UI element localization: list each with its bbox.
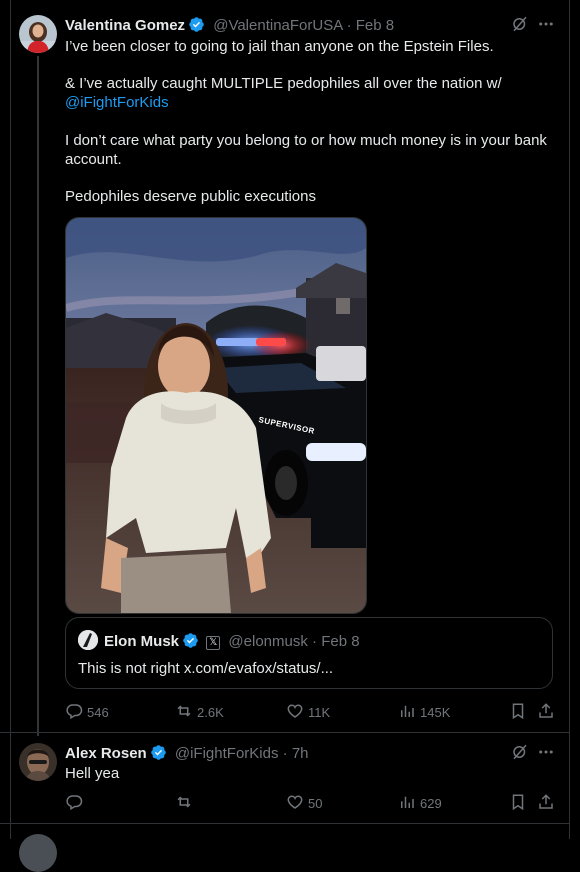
like-count: 50	[308, 796, 323, 811]
quote-text: This is not right x.com/evafox/status/..…	[78, 660, 334, 677]
more-icon[interactable]	[537, 743, 555, 765]
like-icon	[286, 793, 304, 814]
thread-connector-line	[37, 56, 39, 736]
avatar-valentina[interactable]	[19, 15, 57, 53]
tweet-text-p1: I’ve been closer to going to jail than a…	[65, 38, 494, 55]
tweet-actions: 546 2.6K 11K 145K	[65, 702, 555, 724]
x-affiliate-badge: 𝕏	[206, 636, 221, 650]
quoted-tweet[interactable]: Elon Musk 𝕏 @elonmusk · Feb 8 This is no…	[65, 617, 553, 689]
share-icon[interactable]	[537, 702, 555, 720]
separator-dot: ·	[346, 17, 352, 34]
views-button[interactable]: 629	[398, 793, 442, 814]
repost-count: 2.6K	[197, 705, 224, 720]
verified-badge-icon	[150, 744, 167, 765]
grok-icon[interactable]	[511, 743, 529, 765]
quote-separator-dot: ·	[312, 633, 318, 650]
like-button[interactable]: 50	[286, 793, 322, 814]
tweet-text-p2-prefix: & I’ve actually caught MULTIPLE pedophil…	[65, 75, 502, 92]
tweet-divider	[0, 732, 570, 733]
author-name[interactable]: Valentina Gomez	[65, 17, 185, 34]
verified-badge-icon	[188, 16, 205, 37]
quote-avatar-elon[interactable]	[78, 630, 98, 650]
bookmark-icon[interactable]	[509, 702, 527, 720]
reply-separator-dot: ·	[282, 745, 288, 762]
views-icon	[398, 793, 416, 814]
repost-icon	[175, 702, 193, 723]
reply-author-name[interactable]: Alex Rosen	[65, 745, 147, 762]
share-icon[interactable]	[537, 793, 555, 811]
column-border-left	[10, 0, 11, 839]
grok-icon[interactable]	[511, 15, 529, 37]
views-button[interactable]: 145K	[398, 702, 450, 723]
repost-icon	[175, 793, 193, 814]
column-border-right	[569, 0, 570, 839]
next-avatar[interactable]	[19, 834, 57, 872]
reply-author-handle[interactable]: @iFightForKids	[175, 745, 279, 762]
mention-link[interactable]: @iFightForKids	[65, 94, 169, 111]
tweet-text-p4: Pedophiles deserve public executions	[65, 188, 316, 205]
repost-button[interactable]	[175, 793, 193, 814]
quote-header: Elon Musk 𝕏 @elonmusk · Feb 8	[104, 632, 360, 653]
reply-divider	[0, 823, 570, 824]
author-handle[interactable]: @ValentinaForUSA	[213, 17, 342, 34]
quote-timestamp[interactable]: Feb 8	[321, 633, 359, 650]
avatar-alex[interactable]	[19, 743, 57, 781]
repost-button[interactable]: 2.6K	[175, 702, 224, 723]
quote-author-handle[interactable]: @elonmusk	[228, 633, 307, 650]
like-count: 11K	[308, 705, 331, 720]
like-icon	[286, 702, 304, 723]
reply-button[interactable]: 546	[65, 702, 109, 723]
reply-text: Hell yea	[65, 765, 120, 782]
reply-button[interactable]	[65, 793, 83, 814]
tweet-text-p2: & I’ve actually caught MULTIPLE pedophil…	[65, 74, 555, 112]
reply-icon	[65, 793, 83, 814]
tweet-photo[interactable]: SUPERVISOR	[65, 217, 367, 614]
reply-actions: 50 629	[65, 793, 555, 815]
views-icon	[398, 702, 416, 723]
more-icon[interactable]	[537, 15, 555, 37]
like-button[interactable]: 11K	[286, 702, 330, 723]
tweet-text-p3: I don’t care what party you belong to or…	[65, 132, 547, 168]
avatar-image	[19, 743, 57, 781]
tweet-header: Valentina Gomez @ValentinaForUSA · Feb 8	[65, 16, 394, 37]
reply-timestamp[interactable]: 7h	[292, 745, 309, 762]
reply-count: 546	[87, 705, 109, 720]
verified-badge-icon	[182, 632, 199, 653]
timestamp[interactable]: Feb 8	[356, 17, 394, 34]
bookmark-icon[interactable]	[509, 793, 527, 811]
views-count: 145K	[420, 705, 451, 720]
views-count: 629	[420, 796, 442, 811]
reply-icon	[65, 702, 83, 723]
photo-image	[66, 218, 366, 613]
avatar-image	[19, 15, 57, 53]
quote-author-name[interactable]: Elon Musk	[104, 633, 179, 650]
reply-header: Alex Rosen @iFightForKids · 7h	[65, 744, 309, 765]
